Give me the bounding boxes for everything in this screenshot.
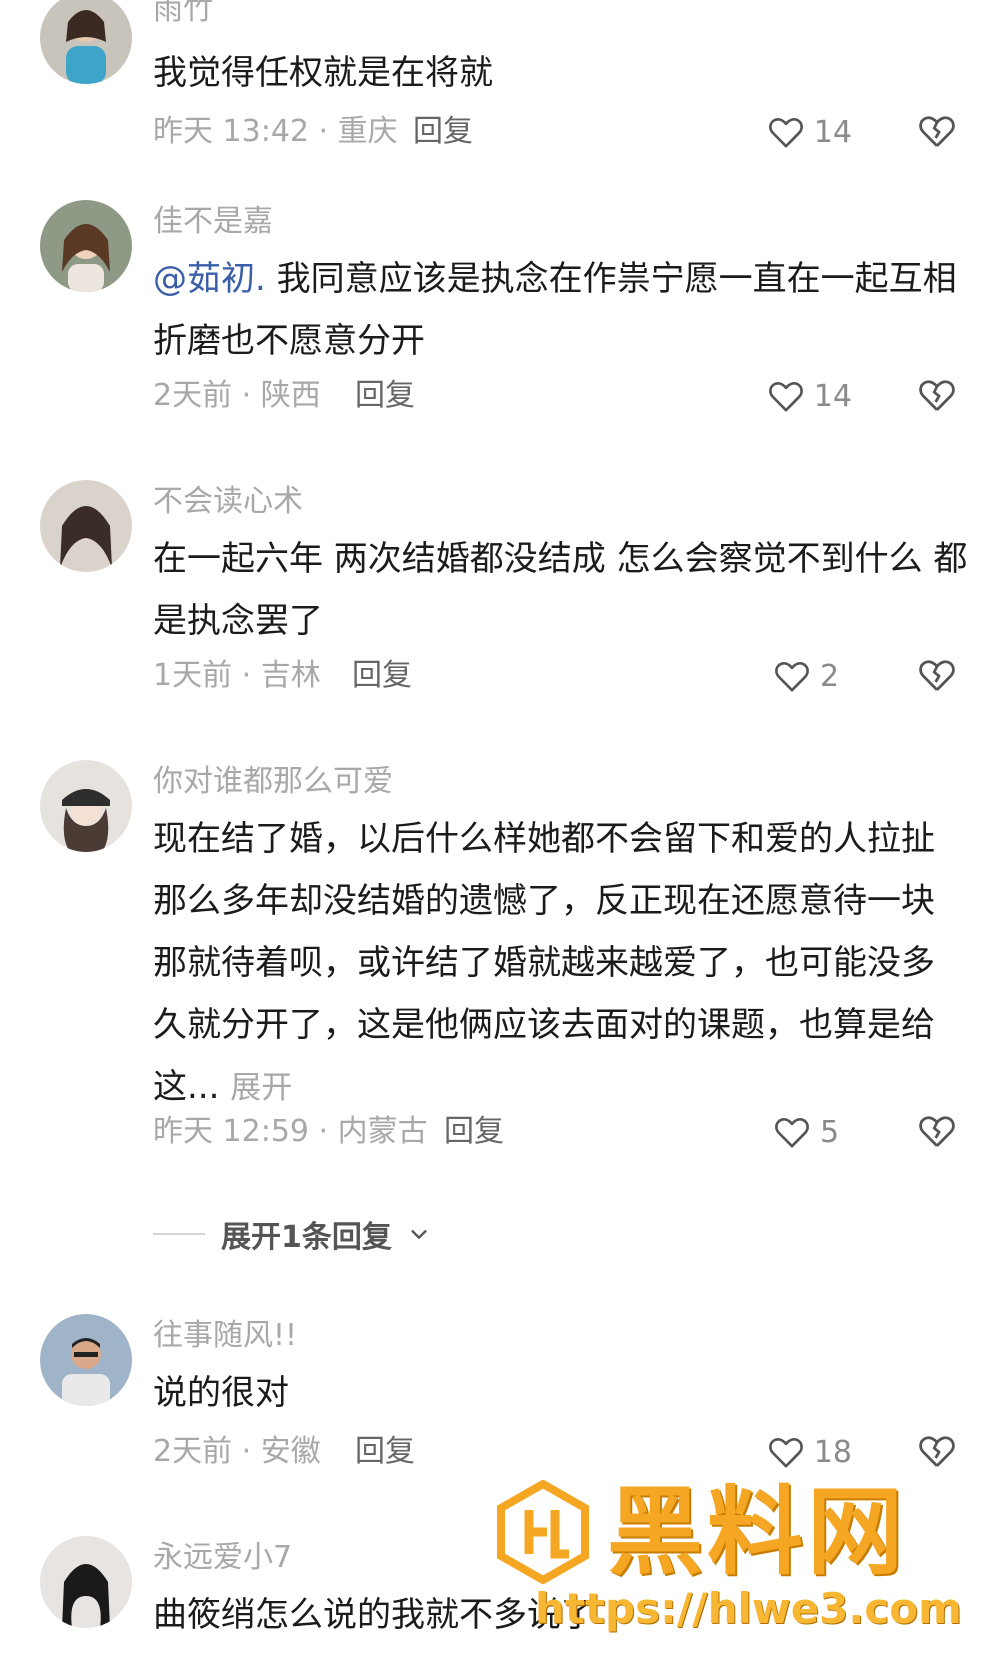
avatar[interactable] bbox=[40, 1314, 132, 1406]
avatar[interactable] bbox=[40, 200, 132, 292]
avatar[interactable] bbox=[40, 480, 132, 572]
broken-heart-icon bbox=[919, 1436, 955, 1467]
username[interactable]: 永远爱小7 bbox=[153, 1538, 292, 1578]
top-edge bbox=[0, 0, 1000, 22]
comment-text: @茹初. 我同意应该是执念在作祟宁愿一直在一起互相折磨也不愿意分开 bbox=[153, 259, 957, 361]
comment-text: 在一起六年 两次结婚都没结成 怎么会察觉不到什么 都是执念罢了 bbox=[153, 539, 968, 641]
heart-outline-icon bbox=[768, 382, 803, 412]
username[interactable]: 佳不是嘉 bbox=[153, 202, 273, 242]
like-button[interactable]: 5 bbox=[772, 1110, 852, 1154]
reply-button[interactable]: 回复 bbox=[355, 376, 415, 416]
dislike-button[interactable] bbox=[916, 1110, 960, 1154]
comment-meta: 2天前 · 安徽 bbox=[153, 1434, 321, 1469]
avatar[interactable] bbox=[40, 760, 132, 852]
heart-outline-icon bbox=[775, 1118, 809, 1148]
heart-outline-icon bbox=[768, 1438, 803, 1468]
comment-text: 曲筱绡怎么说的我就不多说了 bbox=[153, 1595, 595, 1635]
like-count: 5 bbox=[820, 1114, 840, 1150]
like-button[interactable]: 18 bbox=[766, 1430, 852, 1474]
reply-button[interactable]: 回复 bbox=[413, 112, 473, 152]
like-count: 14 bbox=[813, 114, 852, 150]
avatar[interactable] bbox=[40, 1536, 132, 1628]
like-button[interactable]: 14 bbox=[766, 374, 852, 418]
dislike-button[interactable] bbox=[916, 374, 960, 418]
expand-replies-label: 展开1条回复 bbox=[221, 1220, 392, 1255]
avatar[interactable] bbox=[40, 0, 132, 84]
dislike-button[interactable] bbox=[916, 654, 960, 698]
like-count: 18 bbox=[813, 1434, 852, 1470]
watermark-title: 黑料网 bbox=[607, 1476, 907, 1588]
expand-replies-button[interactable]: 展开1条回复 bbox=[153, 1212, 430, 1256]
broken-heart-icon bbox=[919, 1116, 955, 1147]
heart-outline-icon bbox=[775, 662, 809, 692]
dislike-button[interactable] bbox=[916, 110, 960, 154]
like-count: 2 bbox=[820, 658, 840, 694]
username[interactable]: 雨竹 bbox=[153, 0, 213, 30]
comment-meta: 2天前 · 陕西 bbox=[153, 378, 321, 413]
chevron-down-icon bbox=[411, 1230, 427, 1239]
reply-button[interactable]: 回复 bbox=[355, 1432, 415, 1472]
broken-heart-icon bbox=[919, 660, 955, 691]
comment-meta: 1天前 · 吉林 bbox=[153, 658, 321, 693]
divider-line bbox=[153, 1233, 205, 1235]
reply-button[interactable]: 回复 bbox=[444, 1112, 504, 1152]
like-button[interactable]: 2 bbox=[772, 654, 852, 698]
reply-button[interactable]: 回复 bbox=[352, 656, 412, 696]
broken-heart-icon bbox=[919, 380, 955, 411]
username[interactable]: 不会读心术 bbox=[153, 482, 303, 522]
comment-text: 我觉得任权就是在将就 bbox=[153, 53, 493, 93]
comment-meta: 昨天 12:59 · 内蒙古 bbox=[153, 1114, 428, 1149]
expand-link[interactable]: 展开 bbox=[230, 1070, 292, 1106]
comment-text: 说的很对 bbox=[153, 1373, 289, 1413]
mention-link[interactable]: @茹初. bbox=[153, 259, 266, 299]
watermark-logo-icon bbox=[497, 1480, 589, 1584]
like-count: 14 bbox=[813, 378, 852, 414]
heart-outline-icon bbox=[768, 118, 803, 148]
comment-text: 现在结了婚，以后什么样她都不会留下和爱的人拉扯那么多年却没结婚的遗憾了，反正现在… bbox=[153, 819, 935, 1107]
username[interactable]: 往事随风!! bbox=[153, 1316, 297, 1356]
comment-meta: 昨天 13:42 · 重庆 bbox=[153, 114, 398, 149]
like-button[interactable]: 14 bbox=[766, 110, 852, 154]
broken-heart-icon bbox=[919, 116, 955, 147]
username[interactable]: 你对谁都那么可爱 bbox=[153, 762, 393, 802]
dislike-button[interactable] bbox=[916, 1430, 960, 1474]
